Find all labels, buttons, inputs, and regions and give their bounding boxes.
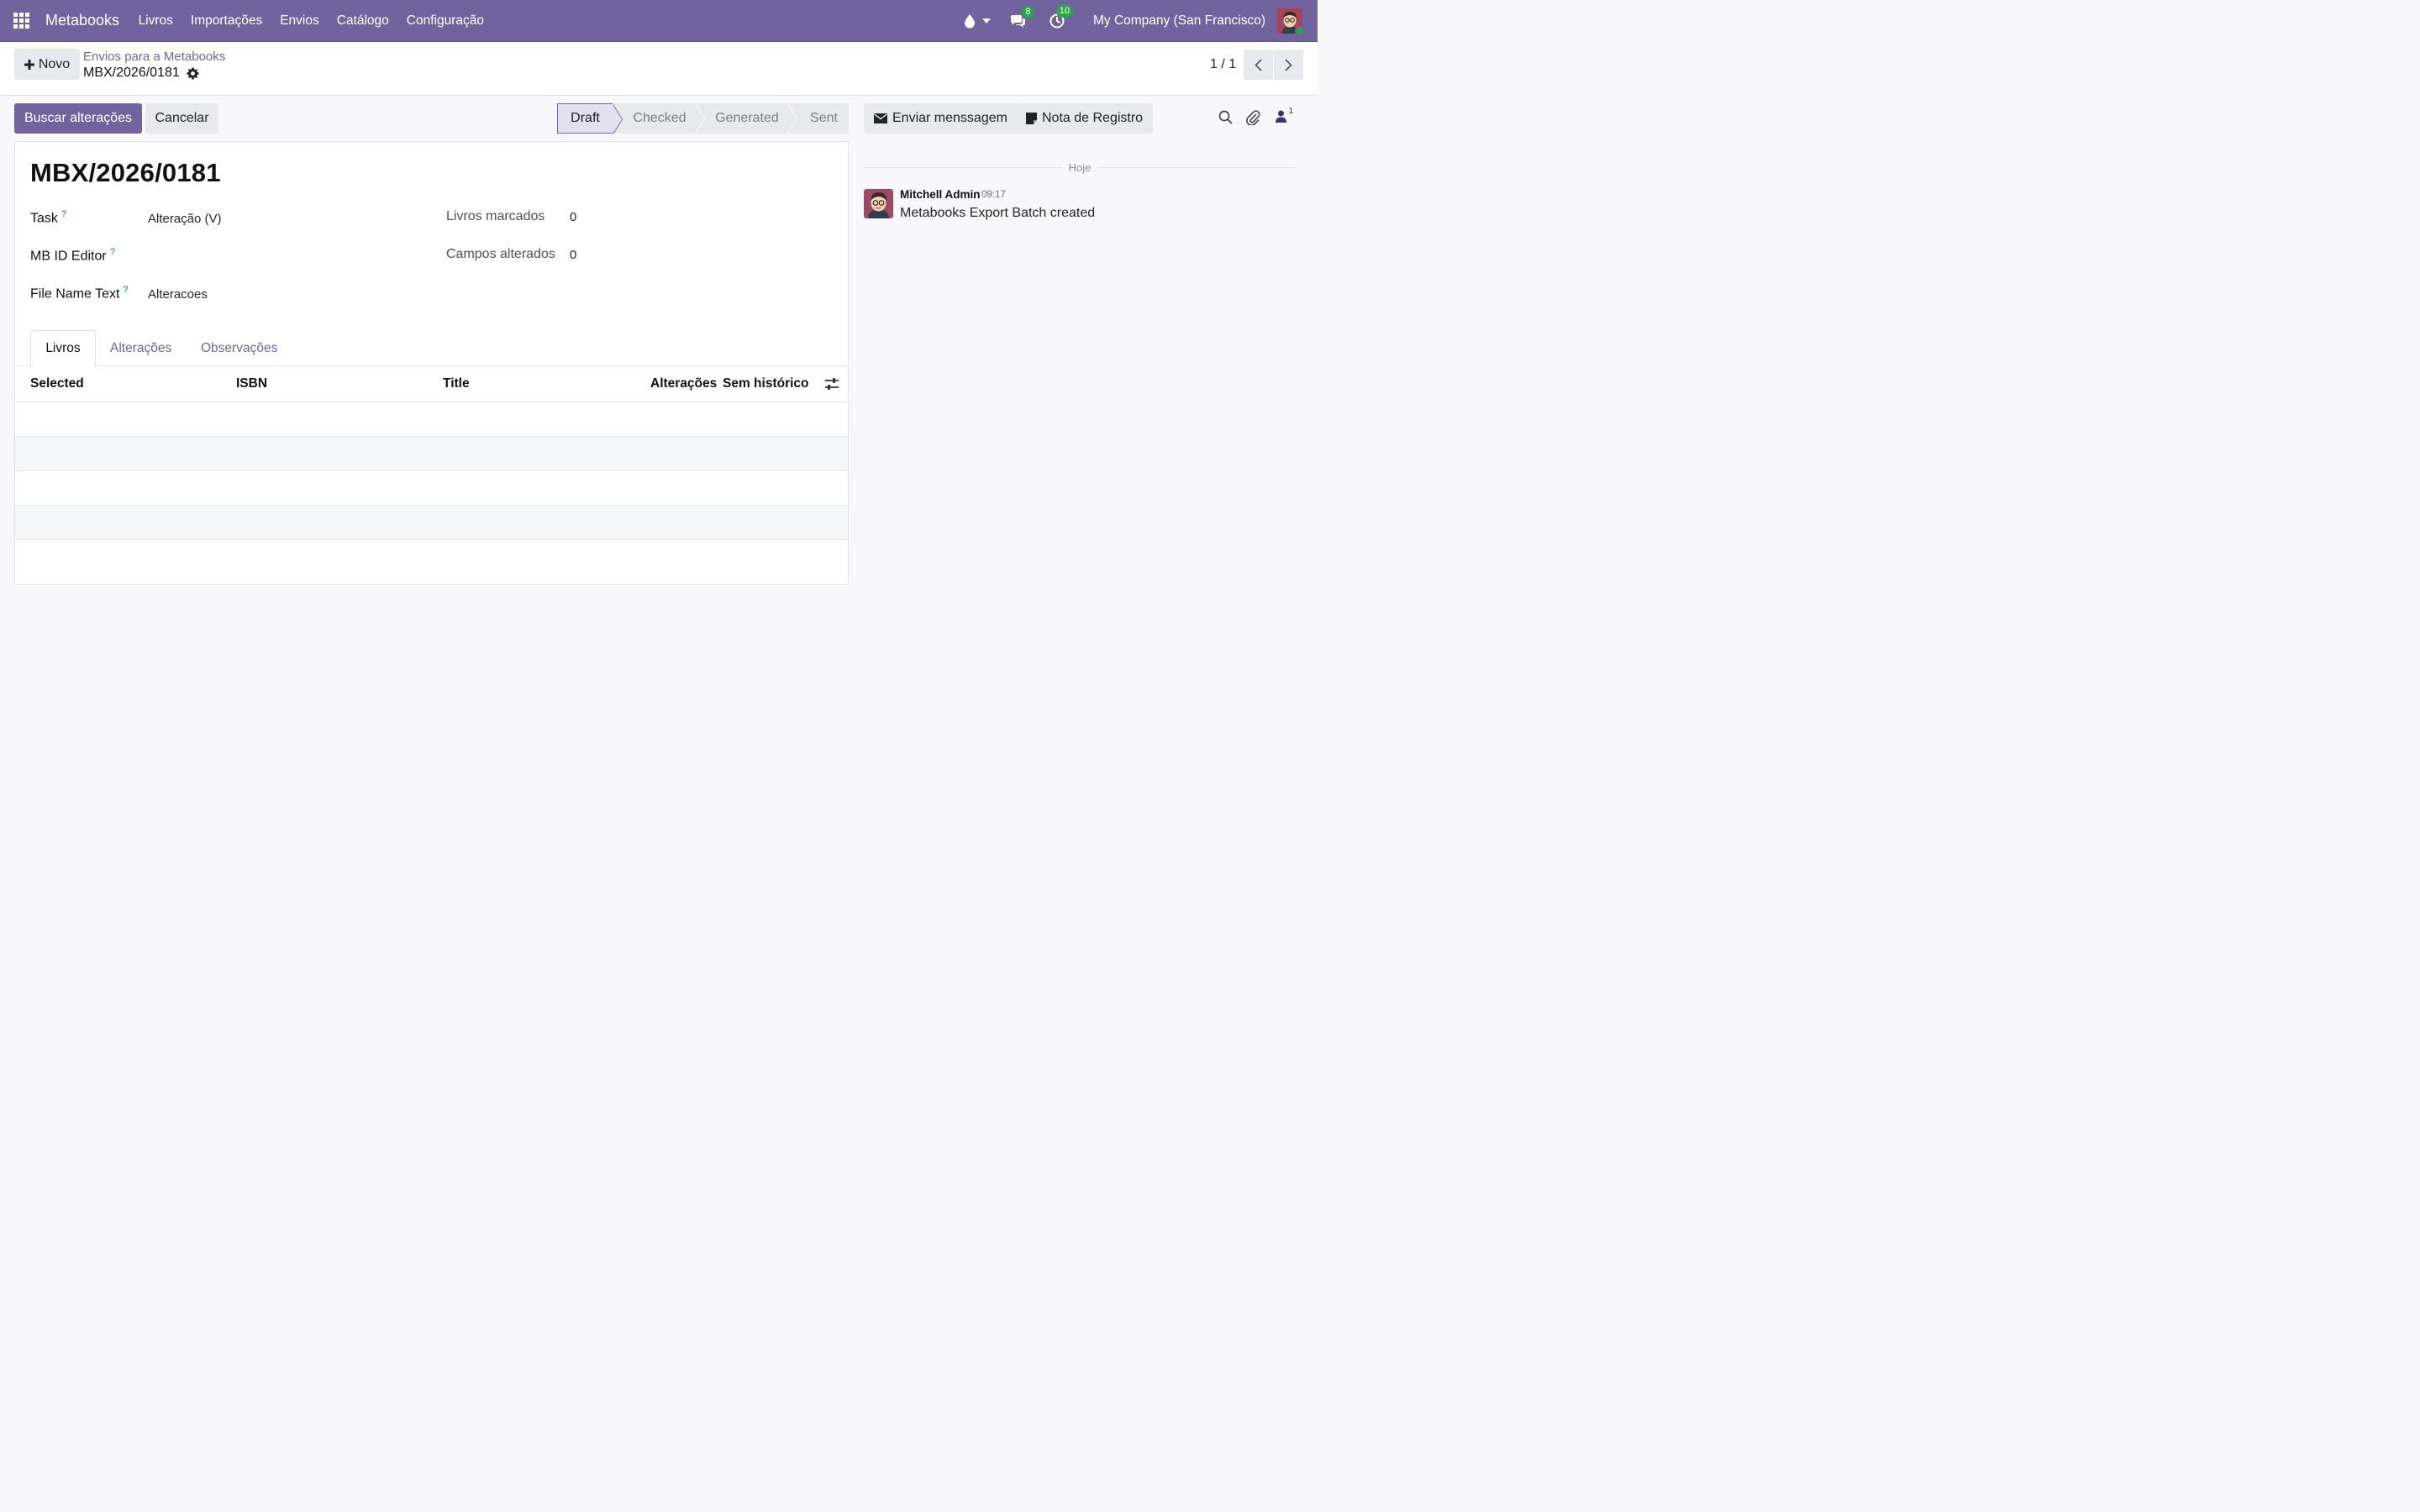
breadcrumb-current: MBX/2026/0181 <box>83 66 199 81</box>
books-marked-label: Livros marcados <box>446 209 545 223</box>
file-name-value[interactable]: Alteracoes <box>148 287 208 302</box>
task-help-icon[interactable]: ? <box>61 209 66 219</box>
debug-menu[interactable] <box>964 13 991 29</box>
menu-envios[interactable]: Envios <box>271 13 329 29</box>
message-author-avatar[interactable] <box>864 189 893 218</box>
user-avatar[interactable] <box>1277 8 1305 36</box>
stage-generated[interactable]: Generated <box>695 103 797 134</box>
breadcrumb-parent[interactable]: Envios para a Metabooks <box>83 50 225 64</box>
caret-down-icon <box>981 18 991 24</box>
file-name-help-icon[interactable]: ? <box>123 285 128 295</box>
books-marked-value: 0 <box>570 210 577 224</box>
chatter-search-button[interactable] <box>1218 110 1233 124</box>
mb-id-editor-label: MB ID Editor? <box>30 247 115 264</box>
user-icon <box>1276 110 1286 123</box>
menu-importacoes[interactable]: Importações <box>182 13 271 29</box>
activity-menu[interactable]: 10 <box>1050 5 1073 29</box>
mb-id-editor-help-icon[interactable]: ? <box>110 247 115 257</box>
new-button-label: Novo <box>38 56 71 71</box>
file-name-label: File Name Text? <box>30 285 129 302</box>
sticky-note-icon <box>1026 113 1037 124</box>
fields-changed-label: Campos alterados <box>446 247 555 261</box>
activities-badge: 10 <box>1055 5 1073 18</box>
pager-previous-button[interactable] <box>1244 50 1273 80</box>
column-selected[interactable]: Selected <box>30 376 84 391</box>
mb-id-editor-field[interactable] <box>148 249 400 266</box>
list-row <box>15 437 848 471</box>
date-separator: Hoje <box>864 160 1296 175</box>
online-status-dot <box>1295 26 1305 36</box>
search-icon <box>1218 110 1233 124</box>
send-message-label: Enviar menssagem <box>892 111 1007 125</box>
drop-icon <box>964 14 975 29</box>
message-body: Metabooks Export Batch created <box>900 206 1096 220</box>
date-separator-label: Hoje <box>1068 160 1092 174</box>
apps-menu-button[interactable] <box>0 0 42 42</box>
optional-columns-icon[interactable] <box>824 377 839 391</box>
pager-value[interactable]: 1 / 1 <box>1210 57 1236 72</box>
list-header: Selected ISBN Title Alterações Sem histó… <box>15 366 848 402</box>
column-title[interactable]: Title <box>443 376 470 391</box>
followers-count: 1 <box>1288 107 1293 116</box>
log-note-label: Nota de Registro <box>1042 111 1144 125</box>
column-sem-historico[interactable]: Sem histórico <box>723 376 809 391</box>
tab-livros[interactable]: Livros <box>30 330 96 367</box>
menu-catalogo[interactable]: Catálogo <box>328 13 397 29</box>
messages-badge: 8 <box>1021 5 1034 18</box>
fetch-changes-button[interactable]: Buscar alterações <box>14 103 142 134</box>
stage-draft[interactable]: Draft <box>557 103 623 134</box>
new-button[interactable]: Novo <box>14 49 80 80</box>
breadcrumb-current-label: MBX/2026/0181 <box>83 66 180 80</box>
form-sheet: MBX/2026/0181 Task? Alteração (V) MB ID … <box>14 141 849 585</box>
task-value[interactable]: Alteração (V) <box>148 212 222 226</box>
attachments-button[interactable] <box>1246 110 1260 125</box>
log-note-button[interactable]: Nota de Registro <box>1016 103 1154 134</box>
plus-icon <box>24 59 34 70</box>
chevron-right-icon <box>1285 58 1292 71</box>
tab-observacoes[interactable]: Observações <box>201 330 277 366</box>
app-brand[interactable]: Metabooks <box>45 12 119 29</box>
company-switcher[interactable]: My Company (San Francisco) <box>1093 13 1265 29</box>
control-panel: Novo Envios para a Metabooks MBX/2026/01… <box>0 42 1318 96</box>
task-label: Task? <box>30 209 66 226</box>
menu-configuracao[interactable]: Configuração <box>397 13 492 29</box>
tab-alteracoes[interactable]: Alterações <box>110 330 171 366</box>
notebook-tabs: Livros Alterações Observações <box>15 330 848 367</box>
list-row <box>15 506 848 540</box>
fields-changed-value: 0 <box>570 248 577 262</box>
cancel-button[interactable]: Cancelar <box>145 103 218 134</box>
pager-next-button[interactable] <box>1274 50 1303 80</box>
message-author[interactable]: Mitchell Admin <box>900 188 981 201</box>
list-row <box>15 402 848 437</box>
messaging-menu[interactable]: 8 <box>1009 5 1034 29</box>
menu-livros[interactable]: Livros <box>129 13 182 29</box>
followers-button[interactable]: 1 <box>1276 107 1293 123</box>
paperclip-icon <box>1246 110 1260 125</box>
mb-id-editor-label-text: MB ID Editor <box>30 249 107 264</box>
file-name-label-text: File Name Text <box>30 286 120 302</box>
envelope-icon <box>874 113 887 123</box>
column-alteracoes[interactable]: Alterações <box>650 376 717 391</box>
message-time: 09:17 <box>981 190 1006 200</box>
stage-checked[interactable]: Checked <box>613 103 705 134</box>
column-isbn[interactable]: ISBN <box>236 376 267 391</box>
record-title: MBX/2026/0181 <box>30 158 221 187</box>
gear-icon[interactable] <box>187 66 199 80</box>
apps-grid-icon <box>13 13 29 29</box>
list-row <box>15 471 848 506</box>
send-message-button[interactable]: Enviar menssagem <box>864 103 1018 134</box>
task-label-text: Task <box>30 211 58 226</box>
chevron-left-icon <box>1255 58 1262 71</box>
top-navbar: Metabooks Livros Importações Envios Catá… <box>0 0 1318 42</box>
author-avatar-image <box>864 189 893 218</box>
status-bar: Draft Checked Generated Sent <box>557 103 849 134</box>
